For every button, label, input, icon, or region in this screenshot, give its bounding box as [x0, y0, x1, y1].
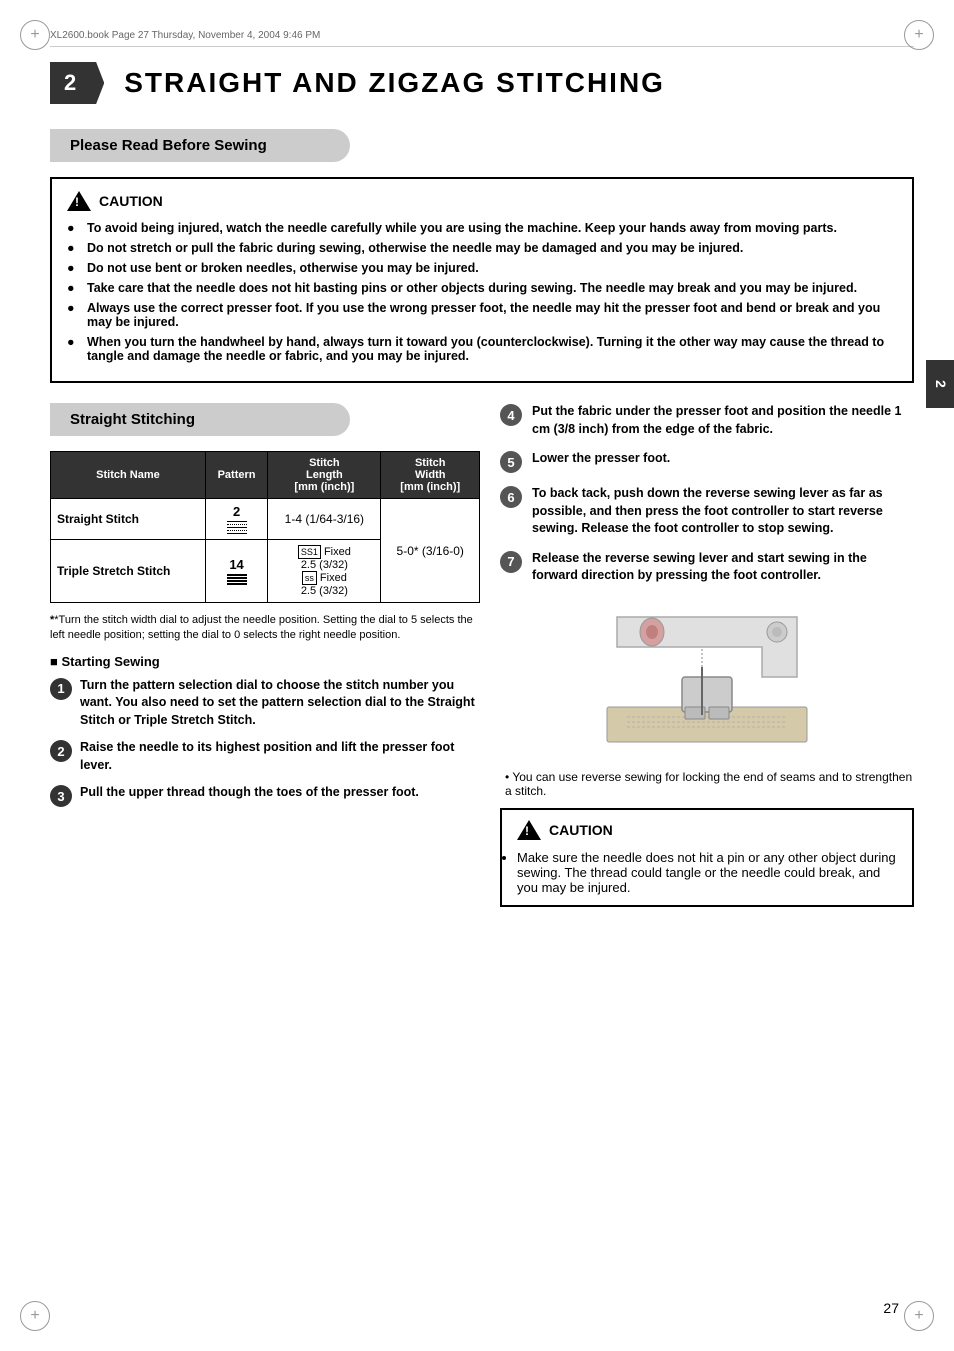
stitch-table: Stitch Name Pattern StitchLength[mm (inc… [50, 451, 480, 603]
right-step-6: 6 To back tack, push down the reverse se… [500, 485, 914, 538]
caution-main-label: CAUTION [99, 193, 163, 209]
bullet-note: You can use reverse sewing for locking t… [505, 770, 914, 798]
width-both: 5-0* (3/16-0) [381, 499, 480, 603]
right-step-4: 4 Put the fabric under the presser foot … [500, 403, 914, 438]
caution-bottom-header: CAUTION [517, 820, 897, 840]
col-left: Straight Stitching Stitch Name Pattern S… [50, 403, 480, 907]
step-7-text: Release the reverse sewing lever and sta… [532, 550, 914, 585]
page-tab: 2 [926, 360, 954, 408]
caution-item-5: Always use the correct presser foot. If … [67, 301, 897, 329]
stitch-name-triple: Triple Stretch Stitch [51, 540, 206, 603]
section2-header: Straight Stitching [50, 403, 350, 436]
step-7-circle: 7 [500, 551, 522, 573]
step-6-circle: 6 [500, 486, 522, 508]
caution-item-3: Do not use bent or broken needles, other… [67, 261, 897, 275]
page-container: 2 XL2600.book Page 27 Thursday, November… [0, 0, 954, 1351]
step-3-circle: 3 [50, 785, 72, 807]
length-straight: 1-4 (1/64-3/16) [268, 499, 381, 540]
caution-main-list: To avoid being injured, watch the needle… [67, 221, 897, 363]
chapter-heading: 2 STRAIGHT AND ZIGZAG STITCHING [50, 62, 914, 104]
caution-main-header: CAUTION [67, 191, 897, 211]
th-stitch-width: StitchWidth[mm (inch)] [381, 452, 480, 499]
caution-triangle-icon [67, 191, 91, 211]
section1-header: Please Read Before Sewing [50, 129, 350, 162]
th-stitch-length: StitchLength[mm (inch)] [268, 452, 381, 499]
step-1-circle: 1 [50, 678, 72, 700]
step-4-text: Put the fabric under the presser foot an… [532, 403, 914, 438]
length-triple: SS1 Fixed2.5 (3/32) ss Fixed2.5 (3/32) [268, 540, 381, 603]
caution-bottom-label: CAUTION [549, 822, 613, 838]
caution-bottom-list: Make sure the needle does not hit a pin … [517, 850, 897, 895]
th-stitch-name: Stitch Name [51, 452, 206, 499]
step-5-text: Lower the presser foot. [532, 450, 670, 468]
machine-svg [597, 597, 817, 757]
step-2-text: Raise the needle to its highest position… [80, 739, 480, 774]
starting-sewing-header: Starting Sewing [50, 654, 480, 669]
step-4-circle: 4 [500, 404, 522, 426]
main-two-col: Straight Stitching Stitch Name Pattern S… [50, 403, 914, 907]
corner-mark-tl [20, 20, 50, 50]
caution-bottom-box: CAUTION Make sure the needle does not hi… [500, 808, 914, 907]
chapter-number: 2 [50, 62, 104, 104]
step-2-circle: 2 [50, 740, 72, 762]
step-1-text: Turn the pattern selection dial to choos… [80, 677, 480, 730]
step-2: 2 Raise the needle to its highest positi… [50, 739, 480, 774]
step-3-text: Pull the upper thread though the toes of… [80, 784, 419, 802]
step-5-circle: 5 [500, 451, 522, 473]
top-meta: XL2600.book Page 27 Thursday, November 4… [50, 30, 914, 47]
caution-bottom-triangle-icon [517, 820, 541, 840]
col-right: 4 Put the fabric under the presser foot … [500, 403, 914, 907]
pattern-straight: 2 [205, 499, 267, 540]
page-number-bottom: 27 [883, 1300, 899, 1316]
pattern-triple: 14 [205, 540, 267, 603]
caution-item-1: To avoid being injured, watch the needle… [67, 221, 897, 235]
th-pattern: Pattern [205, 452, 267, 499]
footnote-text: *Turn the stitch width dial to adjust th… [50, 614, 473, 641]
ss2-label: ss [302, 571, 317, 585]
stitch-name-straight: Straight Stitch [51, 499, 206, 540]
caution-item-2: Do not stretch or pull the fabric during… [67, 241, 897, 255]
caution-bottom-item-1: Make sure the needle does not hit a pin … [517, 850, 897, 895]
corner-mark-br [904, 1301, 934, 1331]
caution-item-6: When you turn the handwheel by hand, alw… [67, 335, 897, 363]
step-3: 3 Pull the upper thread though the toes … [50, 784, 480, 807]
footnote: **Turn the stitch width dial to adjust t… [50, 613, 480, 644]
machine-illustration [500, 597, 914, 760]
right-step-5: 5 Lower the presser foot. [500, 450, 914, 473]
chapter-title: STRAIGHT AND ZIGZAG STITCHING [124, 67, 665, 99]
step-1: 1 Turn the pattern selection dial to cho… [50, 677, 480, 730]
step-6-text: To back tack, push down the reverse sewi… [532, 485, 914, 538]
right-step-7: 7 Release the reverse sewing lever and s… [500, 550, 914, 585]
caution-main-box: CAUTION To avoid being injured, watch th… [50, 177, 914, 383]
caution-item-4: Take care that the needle does not hit b… [67, 281, 897, 295]
ss1-label: SS1 [298, 545, 321, 559]
corner-mark-bl [20, 1301, 50, 1331]
corner-mark-tr [904, 20, 934, 50]
